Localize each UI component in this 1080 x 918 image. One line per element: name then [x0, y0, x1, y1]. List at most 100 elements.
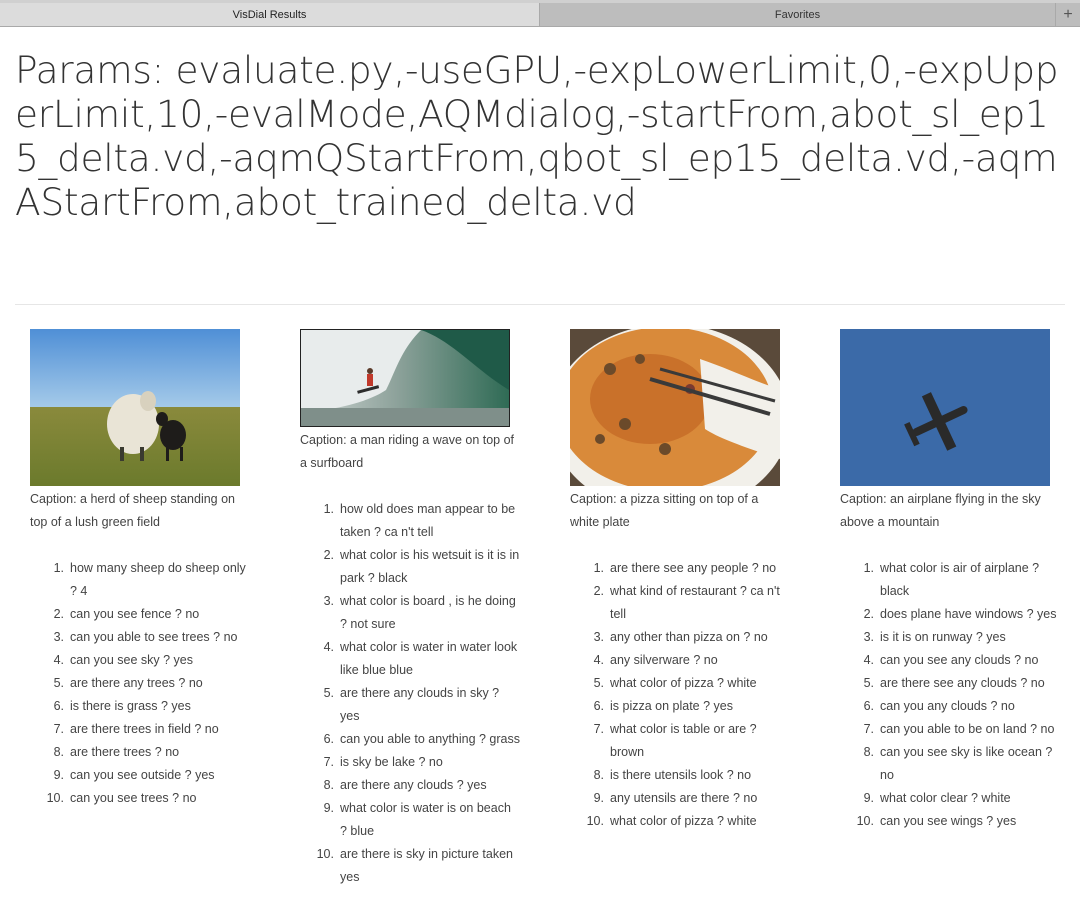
qa-text: what color is his wetsuit is it is in pa…: [340, 548, 520, 585]
item-number: 3.: [593, 630, 604, 644]
list-item: 5. are there any clouds in sky ? yes: [300, 682, 530, 728]
item-number: 6.: [593, 699, 604, 713]
list-item: 7. is sky be lake ? no: [300, 751, 530, 774]
result-card: Caption: a pizza sitting on top of a whi…: [570, 329, 800, 833]
item-number: 3.: [323, 594, 334, 608]
qa-text: can you see outside ? yes: [70, 768, 215, 782]
airplane-photo: [840, 329, 1050, 486]
item-number: 1.: [863, 561, 874, 575]
item-number: 7.: [593, 722, 604, 736]
item-number: 2.: [593, 584, 604, 598]
result-card: Caption: a herd of sheep standing on top…: [30, 329, 260, 810]
surfer-photo: [300, 329, 510, 427]
sheep-photo: [30, 329, 240, 486]
qa-text: can you see sky ? yes: [70, 653, 193, 667]
item-number: 10.: [856, 814, 874, 828]
list-item: 8. are there any clouds ? yes: [300, 774, 530, 797]
add-tab-button[interactable]: +: [1055, 3, 1080, 26]
qa-text: any other than pizza on ? no: [610, 630, 768, 644]
list-item: 2. does plane have windows ? yes: [840, 603, 1070, 626]
list-item: 5. are there see any clouds ? no: [840, 672, 1070, 695]
list-item: 4. what color is water in water look like…: [300, 636, 530, 682]
qa-list: 1. how many sheep do sheep only ? 4 2. can…: [30, 557, 260, 810]
list-item: 8. is there utensils look ? no: [570, 764, 800, 787]
list-item: 6. is there is grass ? yes: [30, 695, 260, 718]
qa-text: are there is sky in picture taken yes: [340, 847, 513, 884]
list-item: 8. can you see sky is like ocean ? no: [840, 741, 1070, 787]
qa-text: can you able to anything ? grass: [340, 732, 520, 746]
qa-text: are there see any people ? no: [610, 561, 777, 575]
list-item: 4. can you see any clouds ? no: [840, 649, 1070, 672]
tab-favorites[interactable]: Favorites: [540, 3, 1055, 26]
list-item: 6. can you able to anything ? grass: [300, 728, 530, 751]
item-number: 1.: [53, 561, 64, 575]
caption: Caption: a man riding a wave on top of a…: [300, 433, 515, 470]
qa-text: how old does man appear to be taken ? ca…: [340, 502, 516, 539]
item-number: 8.: [53, 745, 64, 759]
qa-text: what color is board , is he doing ? not …: [340, 594, 516, 631]
list-item: 2. what color is his wetsuit is it is in …: [300, 544, 530, 590]
qa-text: is there is grass ? yes: [70, 699, 191, 713]
list-item: 7. what color is table or are ? brown: [570, 718, 800, 764]
qa-text: are there any clouds ? yes: [340, 778, 487, 792]
qa-text: is it is on runway ? yes: [880, 630, 1006, 644]
item-number: 9.: [593, 791, 604, 805]
qa-text: are there see any clouds ? no: [880, 676, 1045, 690]
qa-text: any silverware ? no: [610, 653, 718, 667]
list-item: 6. can you any clouds ? no: [840, 695, 1070, 718]
list-item: 10. are there is sky in picture taken yes: [300, 843, 530, 889]
qa-text: what kind of restaurant ? ca n't tell: [610, 584, 780, 621]
item-number: 2.: [863, 607, 874, 621]
qa-text: is there utensils look ? no: [610, 768, 752, 782]
list-item: 3. is it is on runway ? yes: [840, 626, 1070, 649]
item-number: 3.: [863, 630, 874, 644]
qa-text: can you see wings ? yes: [880, 814, 1017, 828]
list-item: 1. are there see any people ? no: [570, 557, 800, 580]
item-number: 5.: [593, 676, 604, 690]
qa-text: how many sheep do sheep only ? 4: [70, 561, 246, 598]
item-number: 6.: [323, 732, 334, 746]
list-item: 5. what color of pizza ? white: [570, 672, 800, 695]
list-item: 7. can you able to be on land ? no: [840, 718, 1070, 741]
item-number: 8.: [323, 778, 334, 792]
item-number: 10.: [586, 814, 604, 828]
qa-text: what color is air of airplane ? black: [880, 561, 1040, 598]
qa-text: are there any clouds in sky ? yes: [340, 686, 500, 723]
qa-text: can you see any clouds ? no: [880, 653, 1039, 667]
list-item: 2. what kind of restaurant ? ca n't tell: [570, 580, 800, 626]
result-card: Caption: an airplane flying in the sky a…: [840, 329, 1070, 833]
list-item: 3. any other than pizza on ? no: [570, 626, 800, 649]
qa-text: are there trees in field ? no: [70, 722, 219, 736]
item-number: 3.: [53, 630, 64, 644]
list-item: 1. how many sheep do sheep only ? 4: [30, 557, 260, 603]
item-number: 5.: [53, 676, 64, 690]
pizza-photo: [570, 329, 780, 486]
list-item: 8. are there trees ? no: [30, 741, 260, 764]
item-number: 8.: [593, 768, 604, 782]
qa-list: 1. how old does man appear to be taken ? …: [300, 498, 530, 889]
item-number: 4.: [53, 653, 64, 667]
list-item: 9. what color clear ? white: [840, 787, 1070, 810]
tab-bar: VisDial Results Favorites +: [0, 0, 1080, 27]
list-item: 1. how old does man appear to be taken ? …: [300, 498, 530, 544]
tab-visdial-results[interactable]: VisDial Results: [0, 3, 540, 26]
item-number: 2.: [323, 548, 334, 562]
qa-text: what color is water is on beach ? blue: [340, 801, 511, 838]
item-number: 10.: [316, 847, 334, 861]
list-item: 9. what color is water is on beach ? blue: [300, 797, 530, 843]
qa-text: can you any clouds ? no: [880, 699, 1015, 713]
qa-text: any utensils are there ? no: [610, 791, 758, 805]
qa-text: can you see trees ? no: [70, 791, 197, 805]
item-number: 5.: [323, 686, 334, 700]
item-number: 4.: [593, 653, 604, 667]
item-number: 1.: [593, 561, 604, 575]
list-item: 4. can you see sky ? yes: [30, 649, 260, 672]
item-number: 4.: [863, 653, 874, 667]
list-item: 4. any silverware ? no: [570, 649, 800, 672]
list-item: 7. are there trees in field ? no: [30, 718, 260, 741]
qa-text: are there any trees ? no: [70, 676, 203, 690]
item-number: 8.: [863, 745, 874, 759]
item-number: 4.: [323, 640, 334, 654]
list-item: 2. can you see fence ? no: [30, 603, 260, 626]
caption: Caption: a herd of sheep standing on top…: [30, 492, 236, 529]
